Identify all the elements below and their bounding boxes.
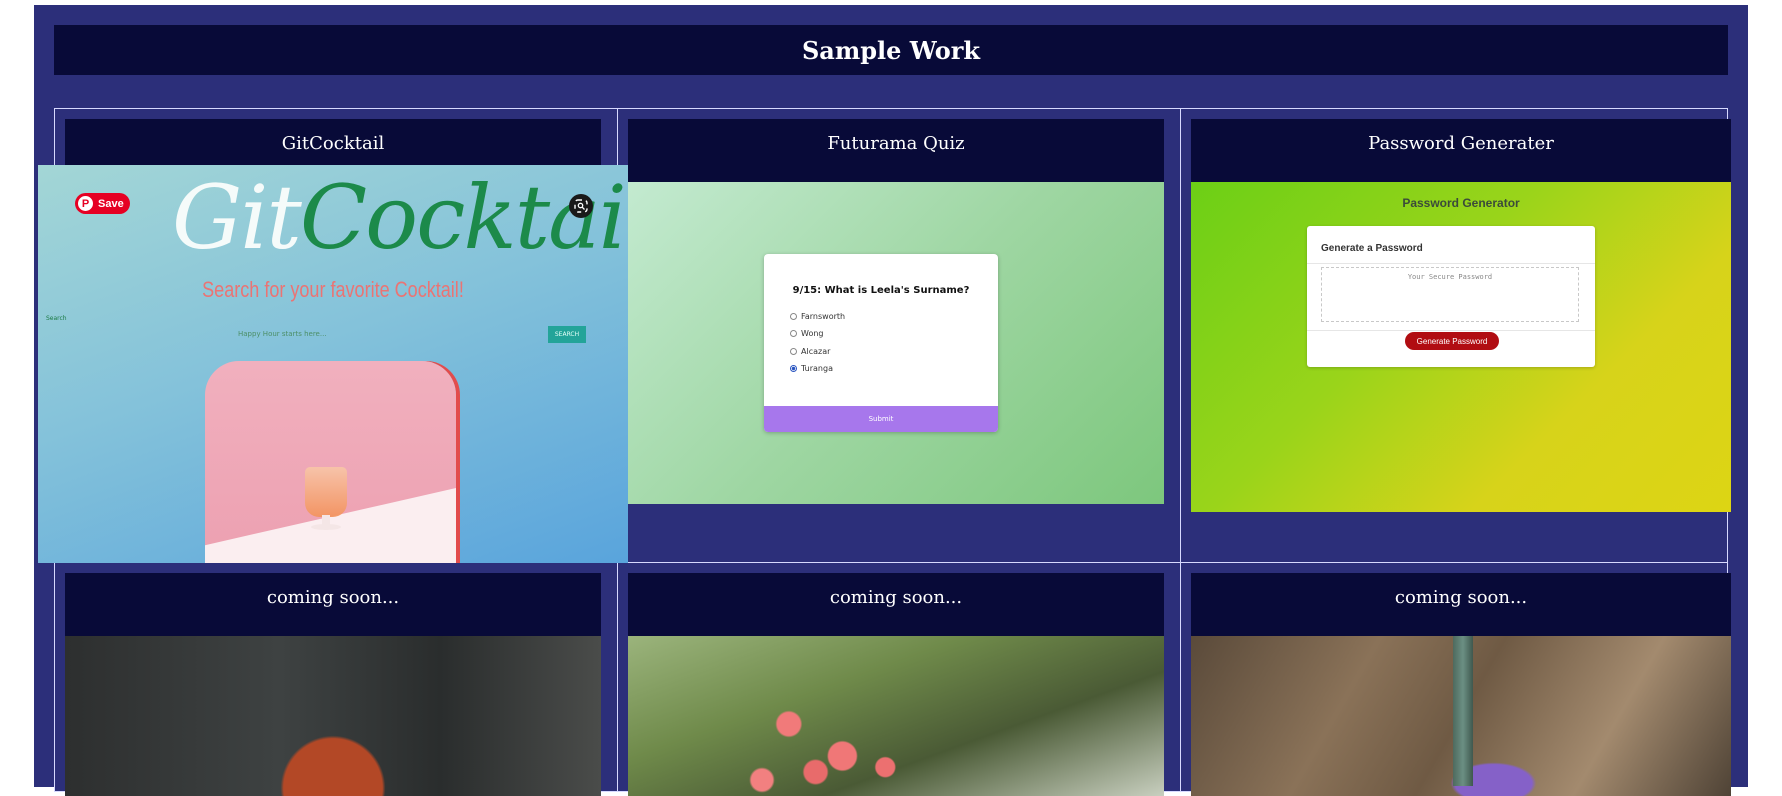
gitcocktail-tagline: Search for your favorite Cocktail! [202,277,464,302]
quiz-option-selected: Turanga [790,364,833,373]
radio-icon [790,348,797,355]
generate-password-button: Generate Password [1405,332,1499,350]
project-title-bar: Futurama Quiz [628,119,1164,182]
radio-icon [790,330,797,337]
divider [1307,330,1595,331]
quiz-option: Farnsworth [790,312,845,321]
radio-icon [790,313,797,320]
page-title: Sample Work [54,25,1728,75]
project-card-password-generator[interactable]: Password Generater Password Generator Ge… [1180,108,1731,563]
cocktail-glass [301,457,351,533]
project-title: coming soon... [1394,587,1528,608]
mushroom-photo [65,636,601,796]
save-label: Save [98,197,124,210]
pinterest-save-button[interactable]: P Save [75,193,130,214]
project-title-bar: Password Generater [1191,119,1731,182]
project-title-bar: coming soon... [65,573,601,636]
project-title-bar: coming soon... [628,573,1164,636]
cocktail-photo [205,361,456,563]
cocktail-search-input: Happy Hour starts here... [238,330,327,338]
quiz-card: 9/15: What is Leela's Surname? Farnswort… [764,254,998,432]
futurama-quiz-screenshot[interactable]: 9/15: What is Leela's Surname? Farnswort… [628,182,1164,504]
password-generator-screenshot[interactable]: Password Generator Generate a Password Y… [1191,182,1731,512]
project-title: coming soon... [829,587,963,608]
project-card-futurama-quiz[interactable]: Futurama Quiz 9/15: What is Leela's Surn… [617,108,1181,563]
visual-search-icon [574,199,588,213]
radio-checked-icon [790,365,797,372]
gitcocktail-logo: GitCocktail [172,166,628,269]
project-title: Password Generater [1368,133,1554,154]
quiz-option: Wong [790,329,823,338]
mushroom-photo [1191,636,1731,796]
pw-heading: Password Generator [1402,196,1520,210]
coming-soon-card[interactable]: coming soon... [1180,562,1731,796]
gitcocktail-screenshot[interactable]: GitCocktail Search for your favorite Coc… [38,165,628,563]
quiz-submit-button: Submit [764,406,998,432]
cocktail-search-button: SEARCH [548,326,586,343]
pw-card-title: Generate a Password [1321,243,1423,254]
coming-soon-card[interactable]: coming soon... [54,562,618,796]
mushroom-photo [628,636,1164,796]
project-title-bar: coming soon... [1191,573,1731,636]
visual-search-button[interactable] [569,194,593,218]
divider [1307,263,1595,264]
stem [1453,636,1473,786]
project-title: Futurama Quiz [827,133,965,154]
pw-output: Your Secure Password [1321,267,1579,322]
project-title: GitCocktail [281,133,385,154]
quiz-question: 9/15: What is Leela's Surname? [792,285,970,296]
quiz-option: Alcazar [790,347,830,356]
pw-card: Generate a Password Your Secure Password… [1307,226,1595,367]
search-label: Search [46,315,67,322]
pinterest-icon: P [78,196,93,211]
project-title: coming soon... [266,587,400,608]
coming-soon-card[interactable]: coming soon... [617,562,1181,796]
